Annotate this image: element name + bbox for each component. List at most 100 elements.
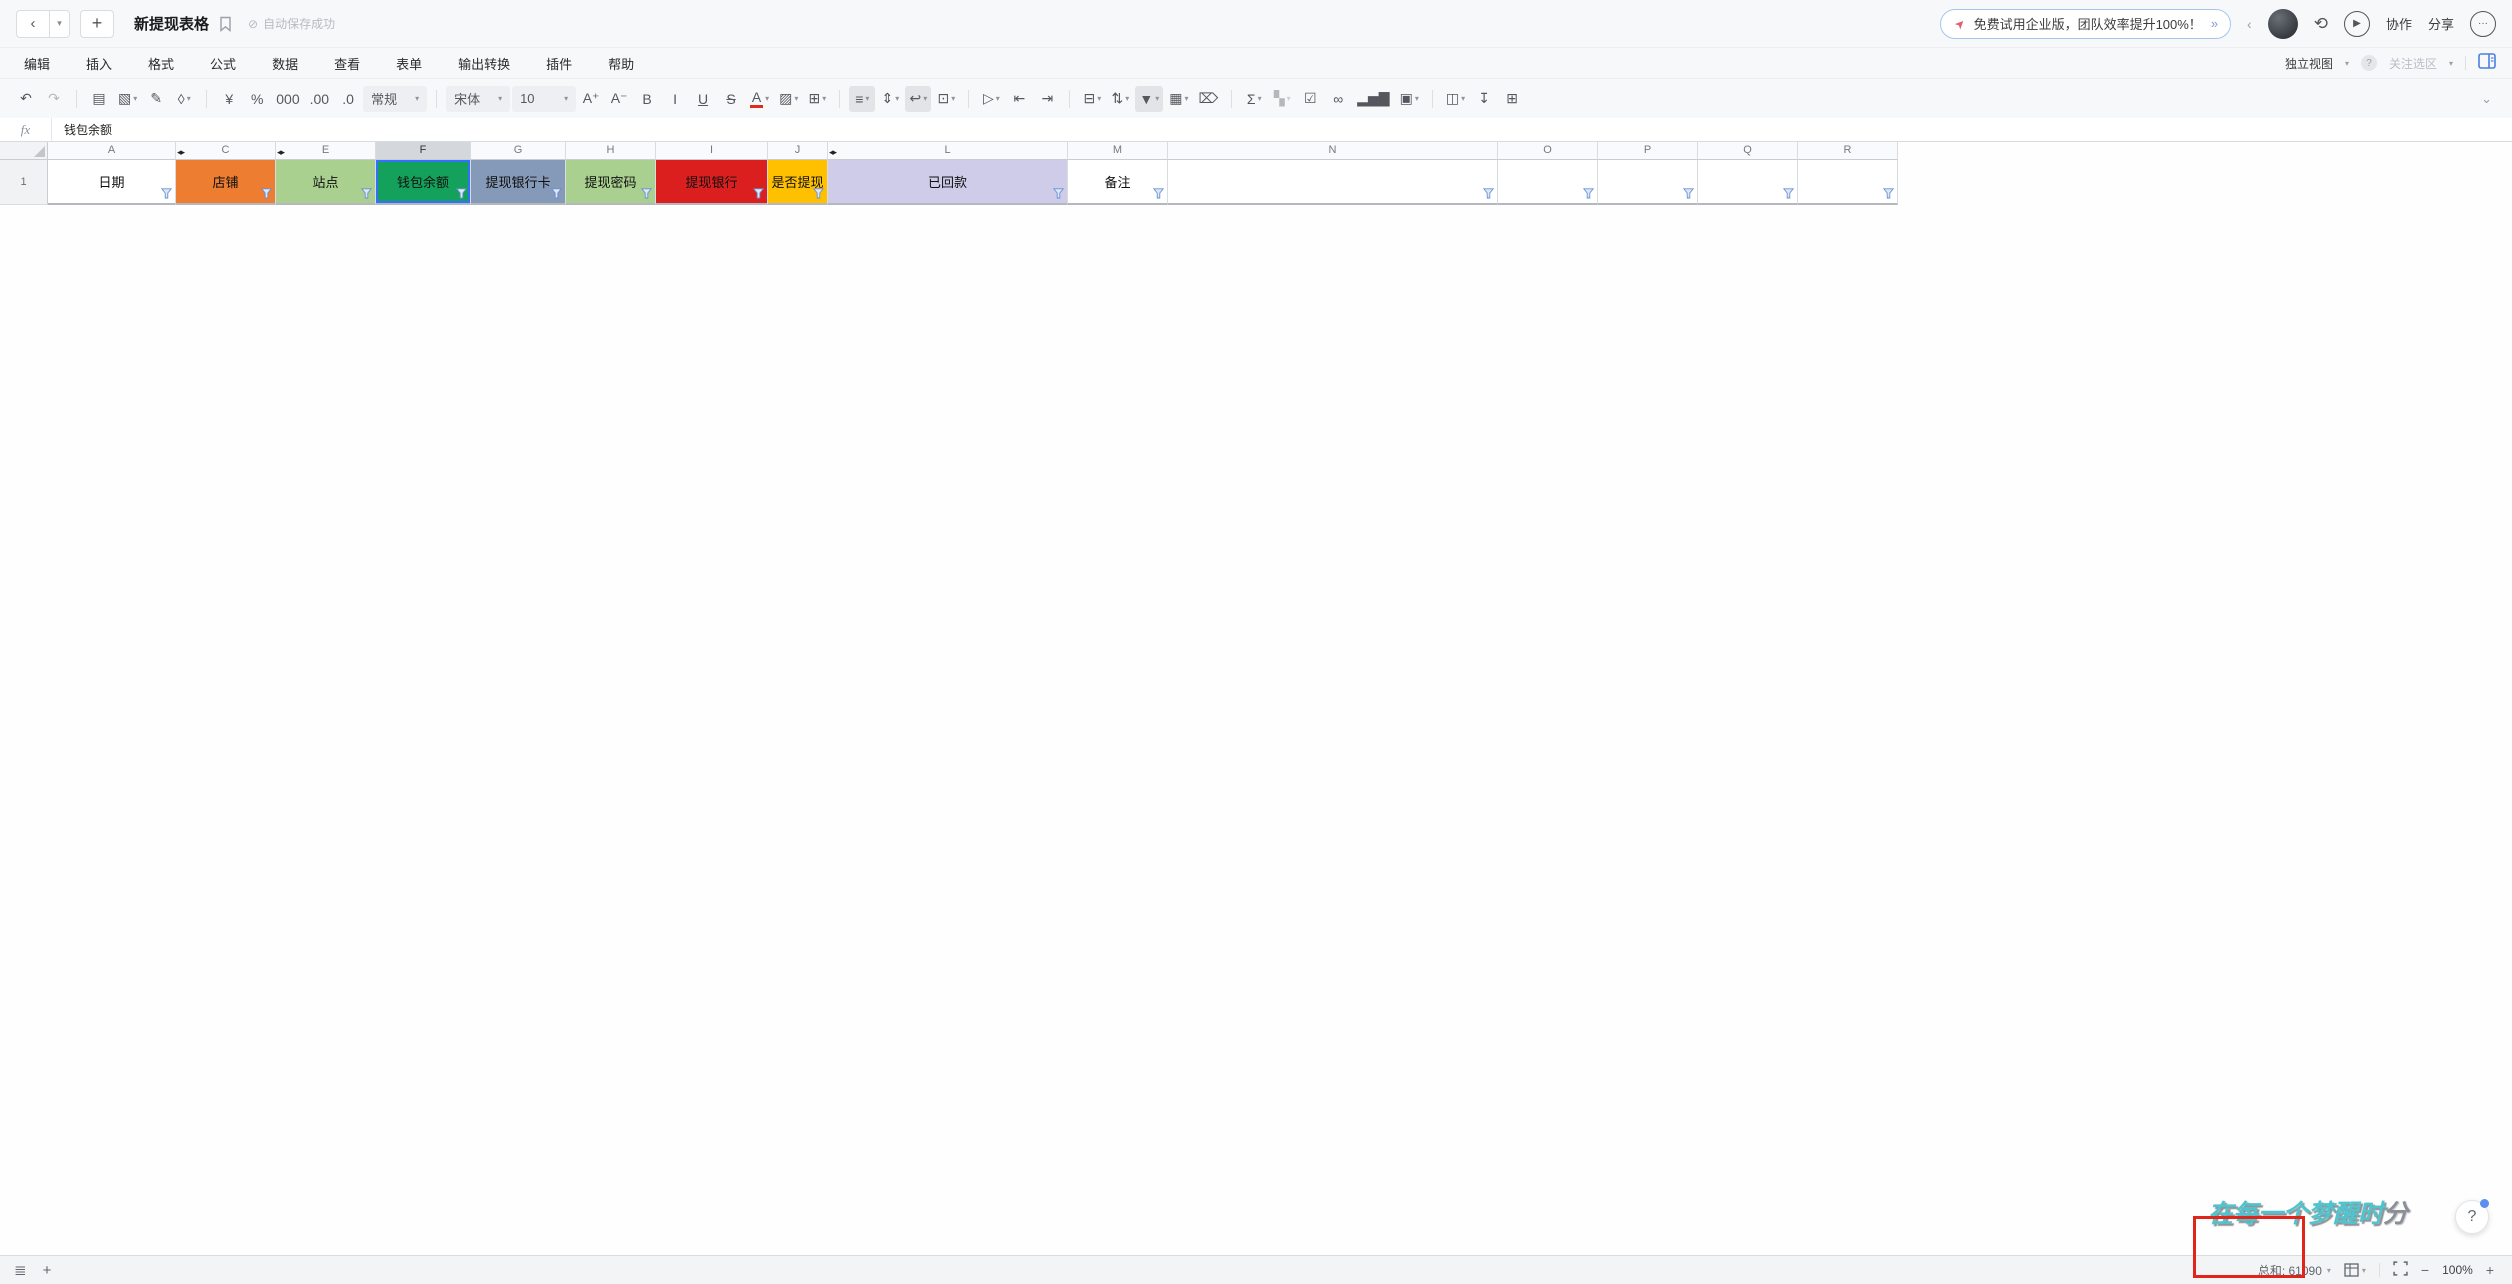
- sum-indicator[interactable]: 总和: 61090 ▾: [2258, 1262, 2331, 1279]
- header-cell-R1[interactable]: [1798, 160, 1898, 205]
- indent-decrease-icon[interactable]: ⇤: [1006, 86, 1032, 112]
- font-increase-icon[interactable]: A⁺: [578, 86, 604, 112]
- header-cell-P1[interactable]: [1598, 160, 1698, 205]
- merge-cells-icon[interactable]: ⊡ ▾: [933, 86, 959, 112]
- filter-funnel-icon[interactable]: [1053, 188, 1064, 199]
- collaborate-button[interactable]: 协作: [2386, 14, 2412, 33]
- share-button[interactable]: 分享: [2428, 14, 2454, 33]
- filter-funnel-icon[interactable]: [753, 188, 764, 199]
- menu-输出转换[interactable]: 输出转换: [458, 54, 510, 73]
- percent-icon[interactable]: %: [244, 86, 270, 112]
- eraser-icon[interactable]: ◊ ▾: [171, 86, 197, 112]
- column-header-P[interactable]: P: [1598, 142, 1698, 160]
- new-tab-button[interactable]: +: [80, 9, 114, 38]
- redo-icon[interactable]: ↷: [41, 86, 67, 112]
- column-header-E[interactable]: E: [276, 142, 376, 160]
- text-direction-icon[interactable]: ▷ ▾: [978, 86, 1004, 112]
- column-header-R[interactable]: R: [1798, 142, 1898, 160]
- menu-表单[interactable]: 表单: [396, 54, 422, 73]
- filter-funnel-icon[interactable]: [551, 188, 562, 199]
- sheet-view-icon[interactable]: ▾: [2344, 1263, 2366, 1277]
- header-cell-M1[interactable]: 备注: [1068, 160, 1168, 205]
- menu-编辑[interactable]: 编辑: [24, 54, 50, 73]
- sort-icon[interactable]: ⇅ ▾: [1107, 86, 1133, 112]
- filter-funnel-icon[interactable]: [1883, 188, 1894, 199]
- row-number[interactable]: 1: [0, 160, 48, 205]
- column-header-O[interactable]: O: [1498, 142, 1598, 160]
- header-cell-J1[interactable]: 是否提现: [768, 160, 828, 205]
- follow-selection-button[interactable]: 关注选区: [2389, 55, 2437, 72]
- fill-color-icon[interactable]: ▨ ▾: [775, 86, 802, 112]
- split-cells-icon[interactable]: ⊟ ▾: [1079, 86, 1105, 112]
- column-header-A[interactable]: A ◂▸: [48, 142, 185, 160]
- back-icon[interactable]: ‹: [16, 9, 50, 38]
- undo-icon[interactable]: ↶: [13, 86, 39, 112]
- zoom-level[interactable]: 100%: [2442, 1263, 2473, 1277]
- chart-icon[interactable]: ▂▅▇: [1353, 86, 1393, 112]
- column-header-N[interactable]: N: [1168, 142, 1498, 160]
- column-header-J[interactable]: J ◂▸: [768, 142, 837, 160]
- more-menu-icon[interactable]: ···: [2470, 10, 2496, 37]
- avatar[interactable]: [2267, 8, 2298, 39]
- column-header-Q[interactable]: Q: [1698, 142, 1798, 160]
- formula-input[interactable]: 钱包余额: [52, 118, 112, 141]
- menu-插件[interactable]: 插件: [546, 54, 572, 73]
- header-cell-H1[interactable]: 提现密码: [566, 160, 656, 205]
- filter-funnel-icon[interactable]: [641, 188, 652, 199]
- header-cell-C1[interactable]: 店铺: [176, 160, 276, 205]
- header-cell-E1[interactable]: 站点: [276, 160, 376, 205]
- history-icon[interactable]: ⟲: [2314, 14, 2328, 34]
- paste-format-icon[interactable]: ▧ ▾: [114, 86, 141, 112]
- currency-icon[interactable]: ¥: [216, 86, 242, 112]
- view-help-icon[interactable]: ?: [2360, 55, 2377, 71]
- header-cell-I1[interactable]: 提现银行: [656, 160, 768, 205]
- zoom-in-button[interactable]: +: [2486, 1262, 2494, 1278]
- filter-funnel-icon[interactable]: [456, 188, 467, 199]
- toolbar-collapse-icon[interactable]: ⌄: [2481, 91, 2500, 107]
- number-format-select[interactable]: 常规 ▾: [363, 85, 428, 112]
- table-style-icon[interactable]: ▦ ▾: [1165, 86, 1192, 112]
- underline-icon[interactable]: U: [690, 86, 716, 112]
- header-cell-G1[interactable]: 提现银行卡: [471, 160, 566, 205]
- add-sheet-icon[interactable]: +: [43, 1262, 52, 1279]
- independent-view-button[interactable]: 独立视图: [2285, 55, 2333, 72]
- filter-funnel-icon[interactable]: [1683, 188, 1694, 199]
- font-family-select[interactable]: 宋体 ▾: [446, 85, 511, 112]
- strikethrough-icon[interactable]: S: [718, 86, 744, 112]
- clear-icon[interactable]: ⌦: [1194, 86, 1222, 112]
- chevron-down-icon[interactable]: ▾: [2345, 59, 2349, 68]
- print-icon[interactable]: ▤: [86, 86, 112, 112]
- header-cell-F1[interactable]: 钱包余额: [376, 160, 471, 205]
- chevron-down-icon[interactable]: ▾: [2449, 59, 2453, 68]
- menu-公式[interactable]: 公式: [210, 54, 236, 73]
- column-header-C[interactable]: C ◂▸: [176, 142, 285, 160]
- sheet-list-icon[interactable]: ≣: [14, 1261, 27, 1279]
- select-all-corner[interactable]: [0, 142, 48, 160]
- bold-icon[interactable]: B: [634, 86, 660, 112]
- side-panel-icon[interactable]: [2478, 52, 2496, 74]
- image-icon[interactable]: ▣ ▾: [1396, 86, 1423, 112]
- decimal-decrease-icon[interactable]: .0: [335, 86, 361, 112]
- menu-查看[interactable]: 查看: [334, 54, 360, 73]
- zoom-out-button[interactable]: −: [2421, 1262, 2429, 1278]
- thousands-icon[interactable]: 000: [272, 86, 303, 112]
- format-painter-icon[interactable]: ✎: [143, 86, 169, 112]
- enterprise-trial-banner[interactable]: ➤ 免费试用企业版，团队效率提升100%！ »: [1939, 8, 2232, 39]
- filter-funnel-icon[interactable]: [813, 188, 824, 199]
- indent-increase-icon[interactable]: ⇥: [1034, 86, 1060, 112]
- menu-帮助[interactable]: 帮助: [608, 54, 634, 73]
- column-header-M[interactable]: M: [1068, 142, 1168, 160]
- hidden-columns-marker[interactable]: ◂▸: [277, 144, 285, 161]
- save-icon[interactable]: ↧: [1471, 86, 1497, 112]
- link-icon[interactable]: ∞: [1325, 86, 1351, 112]
- back-history-caret-icon[interactable]: ▾: [50, 9, 70, 38]
- comment-icon[interactable]: ⊞: [1499, 86, 1525, 112]
- filter-icon[interactable]: ▼ ▾: [1135, 85, 1164, 112]
- filter-funnel-icon[interactable]: [161, 188, 172, 199]
- column-header-G[interactable]: G: [471, 142, 566, 160]
- fit-screen-icon[interactable]: [2393, 1261, 2408, 1279]
- pivot-icon[interactable]: ▚ ▾: [1269, 86, 1295, 112]
- bookmark-icon[interactable]: [219, 16, 232, 32]
- vertical-align-icon[interactable]: ⇕ ▾: [877, 86, 903, 112]
- font-decrease-icon[interactable]: A⁻: [606, 86, 632, 112]
